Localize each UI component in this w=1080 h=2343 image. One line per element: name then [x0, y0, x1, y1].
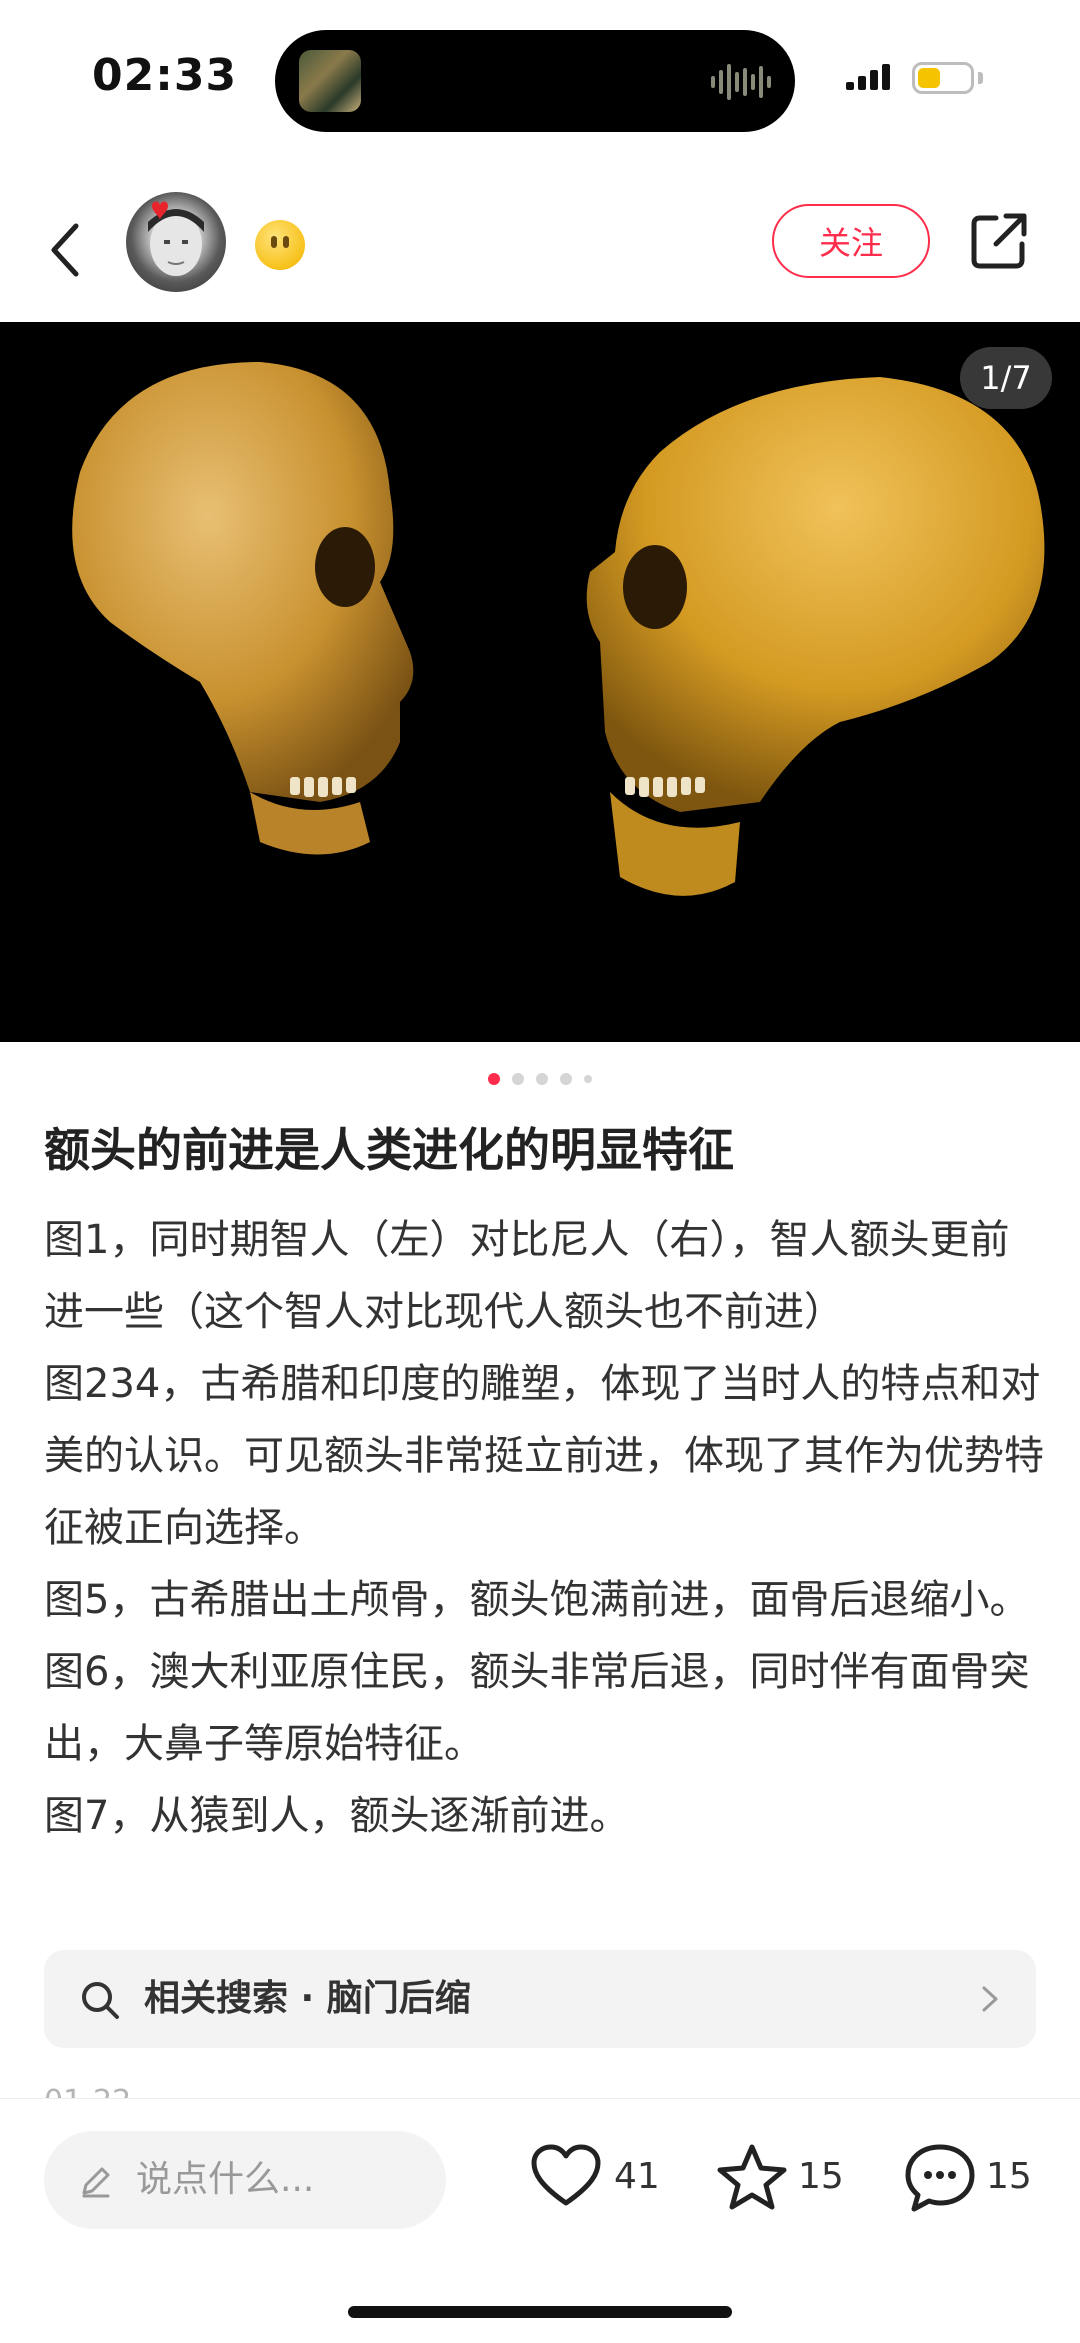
post-paragraph: 图6，澳大利亚原住民，额头非常后退，同时伴有面骨突出，大鼻子等原始特征。: [44, 1649, 1030, 1767]
heart-icon: [531, 2144, 601, 2206]
status-bar: 02:33: [0, 0, 1080, 160]
favorite-count: 15: [798, 2156, 844, 2197]
audio-wave-icon: [711, 64, 771, 100]
carousel-dot[interactable]: [512, 1072, 524, 1085]
cellular-signal-icon: [846, 64, 890, 90]
battery-icon: [912, 62, 974, 94]
author-avatar[interactable]: [126, 192, 226, 292]
status-time: 02:33: [92, 50, 238, 101]
related-search-bar[interactable]: 相关搜索 · 脑门后缩: [44, 1950, 1036, 2048]
carousel-dot[interactable]: [560, 1072, 572, 1085]
carousel-dot[interactable]: [536, 1072, 548, 1085]
favorite-button[interactable]: 15: [716, 2137, 846, 2217]
comment-button[interactable]: 15: [904, 2137, 1034, 2217]
carousel-dots: [0, 1068, 1080, 1085]
post-paragraph: 图5，古希腊出土颅骨，额头饱满前进，面骨后退缩小。: [44, 1577, 1030, 1623]
post-paragraph: 图7，从猿到人，额头逐渐前进。: [44, 1793, 630, 1839]
chevron-right-icon: [982, 1986, 998, 2012]
carousel-dot[interactable]: [584, 1074, 592, 1083]
share-icon[interactable]: [968, 210, 1030, 272]
search-icon: [82, 1982, 119, 2019]
neutral-face-emoji-icon: [255, 220, 305, 270]
post-paragraph: 图1，同时期智人（左）对比尼人（右），智人额头更前进一些（这个智人对比现代人额头…: [44, 1217, 1010, 1335]
post-paragraph: 图234，古希腊和印度的雕塑，体现了当时人的特点和对美的认识。可见额头非常挺立前…: [44, 1361, 1044, 1551]
skulls-comparison-image: [72, 362, 1045, 896]
home-indicator[interactable]: [348, 2306, 732, 2318]
back-arrow-icon[interactable]: [42, 210, 90, 290]
dynamic-island[interactable]: [275, 30, 795, 132]
now-playing-thumbnail: [299, 50, 361, 112]
post-title: 额头的前进是人类进化的明显特征: [44, 1123, 734, 1177]
carousel-dot[interactable]: [488, 1072, 500, 1085]
related-search-label: 相关搜索 · 脑门后缩: [144, 1978, 471, 2019]
avatar-portrait: [148, 201, 204, 276]
like-count: 41: [614, 2156, 660, 2197]
post-header: 关注: [0, 180, 1080, 320]
star-icon: [717, 2144, 787, 2210]
post-body: 图1，同时期智人（左）对比尼人（右），智人额头更前进一些（这个智人对比现代人额头…: [44, 1204, 1044, 1852]
pen-icon: [82, 2167, 110, 2198]
image-counter: 1/7: [960, 347, 1052, 409]
comment-bubble-icon: [905, 2144, 975, 2212]
post-image-carousel[interactable]: 1/7: [0, 322, 1080, 1042]
follow-button[interactable]: 关注: [772, 204, 930, 278]
battery-tip: [978, 72, 983, 84]
comment-count: 15: [986, 2156, 1032, 2197]
comment-placeholder: 说点什么...: [136, 2159, 315, 2200]
comment-input[interactable]: 说点什么...: [44, 2131, 446, 2229]
like-button[interactable]: 41: [530, 2137, 660, 2217]
